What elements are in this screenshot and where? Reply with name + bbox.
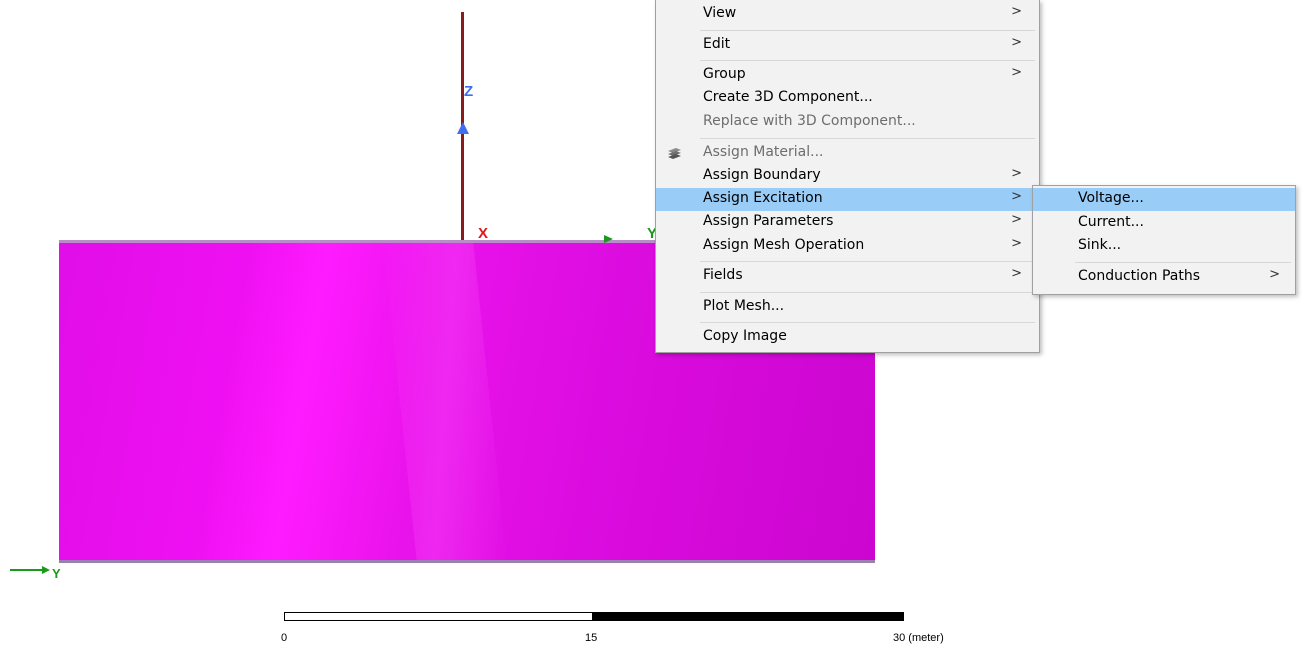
menu-item-label: Edit [703, 36, 731, 52]
z-axis-arrow-icon [457, 122, 469, 134]
menu-item-label: Sink... [1078, 237, 1122, 253]
chevron-right-icon: > [1011, 166, 1022, 181]
menu-item-label: Current... [1078, 214, 1144, 230]
menu-item-label: Assign Material... [703, 144, 824, 160]
menu-separator [1075, 262, 1291, 263]
orientation-triad-arrow-icon [42, 566, 50, 574]
menu-item-copy-image[interactable]: Copy Image [656, 326, 1039, 349]
menu-item-assign-material[interactable]: Assign Material... [656, 142, 1039, 165]
menu-separator [700, 30, 1035, 31]
menu-separator [700, 322, 1035, 323]
menu-item-label: Assign Mesh Operation [703, 237, 865, 253]
scale-tick-15: 15 [585, 632, 598, 644]
menu-separator [700, 261, 1035, 262]
menu-item-label: View [703, 5, 737, 21]
menu-item-assign-excitation[interactable]: Assign Excitation > [656, 188, 1039, 211]
orientation-triad-y-line [10, 569, 46, 571]
chevron-right-icon: > [1011, 212, 1022, 227]
y-axis-arrow-icon [604, 235, 613, 243]
chevron-right-icon: > [1011, 4, 1022, 19]
orientation-triad-y-label: Y [52, 566, 61, 581]
menu-item-assign-parameters[interactable]: Assign Parameters > [656, 211, 1039, 234]
chevron-right-icon: > [1011, 266, 1022, 281]
scale-tick-30: 30 (meter) [893, 632, 944, 644]
menu-separator [700, 60, 1035, 61]
chevron-right-icon: > [1011, 65, 1022, 80]
menu-item-edit[interactable]: Edit > [656, 34, 1039, 57]
menu-item-assign-boundary[interactable]: Assign Boundary > [656, 165, 1039, 188]
menu-item-label: Group [703, 66, 746, 82]
z-axis-label: Z [464, 83, 474, 100]
menu-item-label: Create 3D Component... [703, 89, 873, 105]
chevron-right-icon: > [1011, 35, 1022, 50]
chevron-right-icon: > [1011, 236, 1022, 251]
scale-bar-white-segment [284, 612, 593, 621]
scale-bar-black-segment [593, 612, 904, 621]
menu-item-label: Assign Boundary [703, 167, 821, 183]
menu-item-label: Assign Excitation [703, 190, 823, 206]
chevron-right-icon: > [1011, 189, 1022, 204]
menu-item-label: Plot Mesh... [703, 298, 785, 314]
menu-item-assign-mesh-operation[interactable]: Assign Mesh Operation > [656, 235, 1039, 258]
menu-item-plot-mesh[interactable]: Plot Mesh... [656, 296, 1039, 319]
menu-item-label: Copy Image [703, 328, 787, 344]
context-menu: View > Edit > Group > Create 3D Componen… [655, 0, 1040, 353]
menu-separator [700, 292, 1035, 293]
submenu-item-conduction-paths[interactable]: Conduction Paths > [1033, 266, 1295, 289]
submenu-item-current[interactable]: Current... [1033, 212, 1295, 235]
modeler-3d-viewport[interactable]: Z X Y Y 0 15 30 (meter) [0, 0, 1302, 650]
menu-item-label: Conduction Paths [1078, 268, 1200, 284]
submenu-item-voltage[interactable]: Voltage... [1033, 188, 1295, 211]
menu-item-group[interactable]: Group > [656, 64, 1039, 87]
solid-bottom-edge [59, 560, 875, 563]
menu-item-fields[interactable]: Fields > [656, 265, 1039, 288]
menu-item-label: Fields [703, 267, 743, 283]
chevron-right-icon: > [1269, 267, 1280, 282]
menu-item-label: Replace with 3D Component... [703, 113, 916, 129]
menu-item-view[interactable]: View > [656, 3, 1039, 26]
assign-excitation-submenu: Voltage... Current... Sink... Conduction… [1032, 185, 1296, 295]
menu-item-create-3d-component[interactable]: Create 3D Component... [656, 87, 1039, 110]
menu-item-label: Assign Parameters [703, 213, 834, 229]
material-icon [668, 148, 681, 159]
menu-item-replace-with-3d-component[interactable]: Replace with 3D Component... [656, 111, 1039, 134]
menu-separator [700, 138, 1035, 139]
scale-tick-0: 0 [281, 632, 288, 644]
x-axis-label: X [478, 225, 489, 242]
submenu-item-sink[interactable]: Sink... [1033, 235, 1295, 258]
menu-item-label: Voltage... [1078, 190, 1144, 206]
